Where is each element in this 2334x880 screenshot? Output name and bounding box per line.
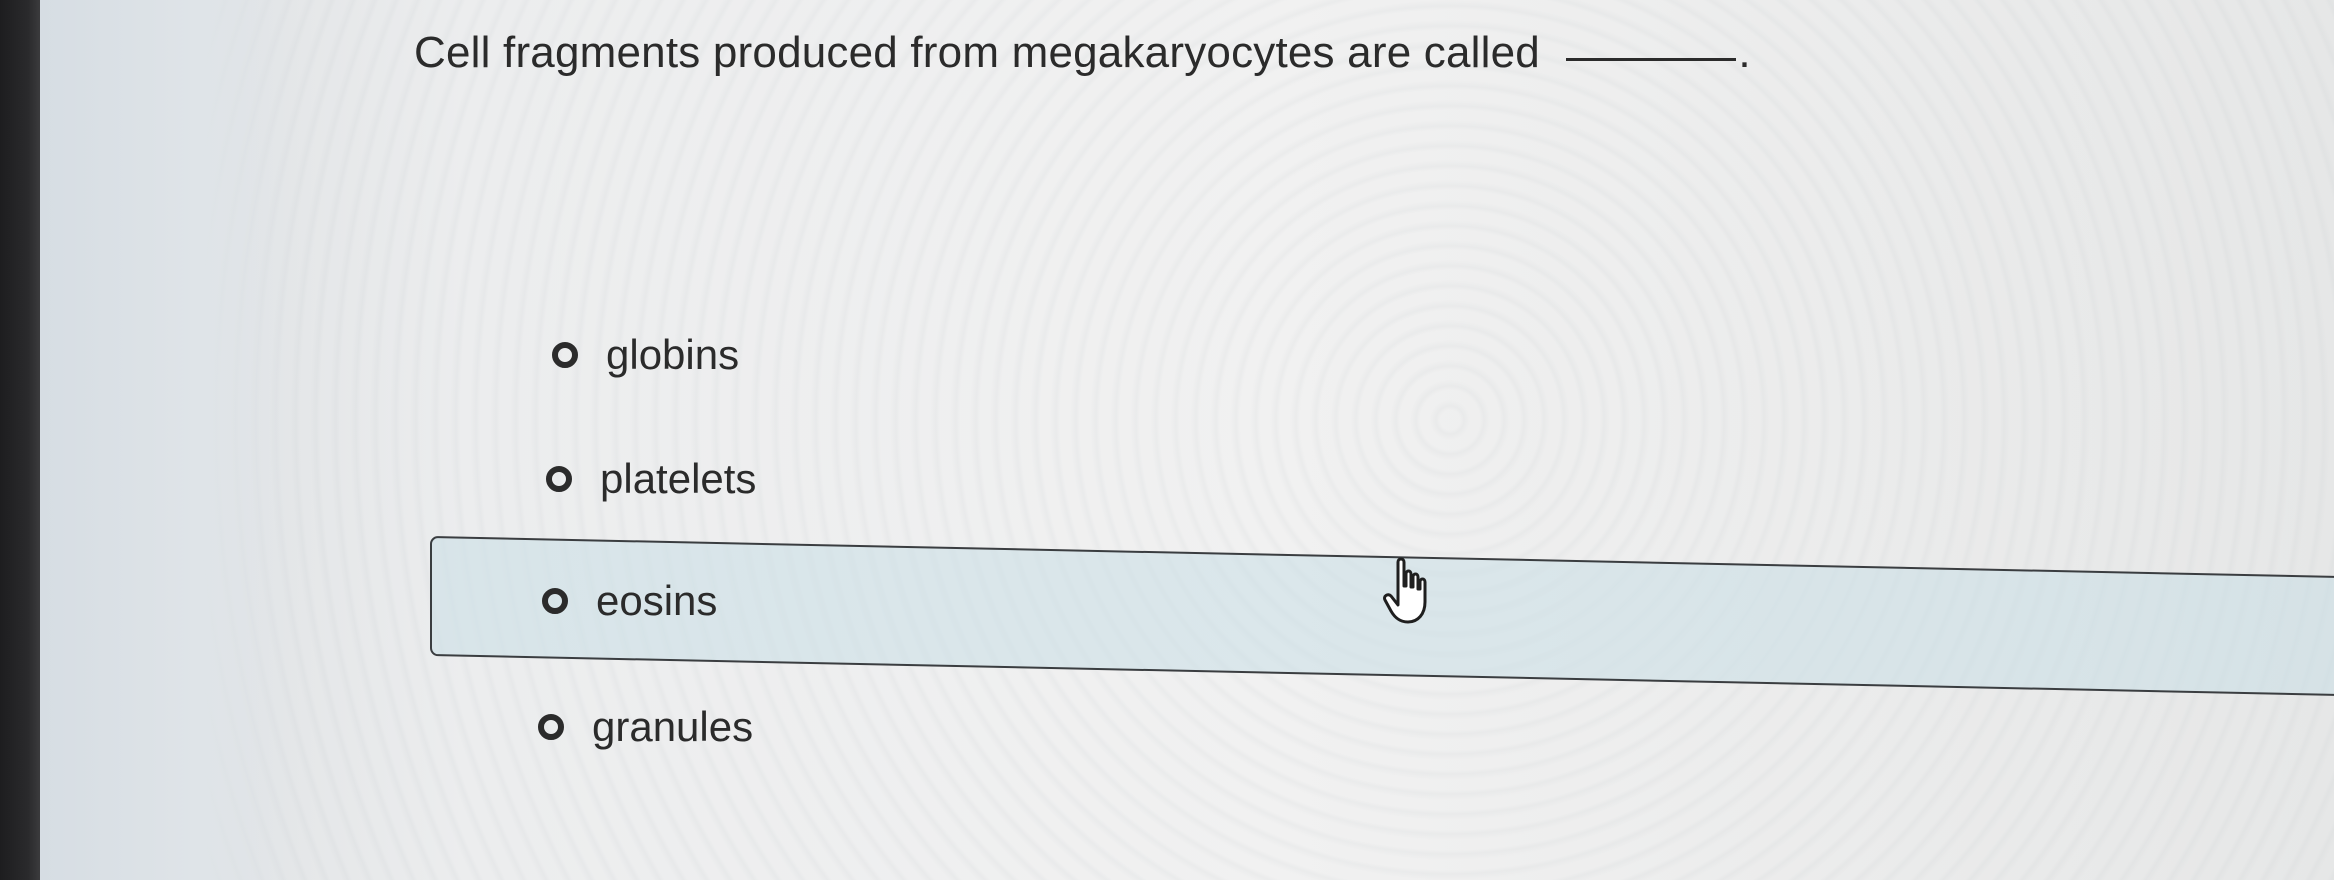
option-label: granules: [592, 703, 754, 750]
radio-button-icon[interactable]: [538, 714, 564, 740]
option-eosins[interactable]: eosins: [542, 566, 717, 636]
radio-button-icon[interactable]: [542, 588, 568, 614]
option-label: platelets: [600, 455, 757, 502]
hand-pointer-icon: [1383, 557, 1427, 624]
radio-button-icon[interactable]: [546, 466, 572, 492]
screen: Cell fragments produced from megakaryocy…: [0, 0, 2334, 880]
option-platelets[interactable]: platelets: [546, 444, 756, 514]
answer-options: globins platelets eosins granules: [0, 0, 2334, 880]
radio-button-icon[interactable]: [552, 342, 578, 368]
option-globins[interactable]: globins: [552, 320, 739, 390]
option-label: globins: [606, 331, 740, 378]
option-label: eosins: [596, 577, 718, 624]
option-granules[interactable]: granules: [538, 692, 753, 762]
